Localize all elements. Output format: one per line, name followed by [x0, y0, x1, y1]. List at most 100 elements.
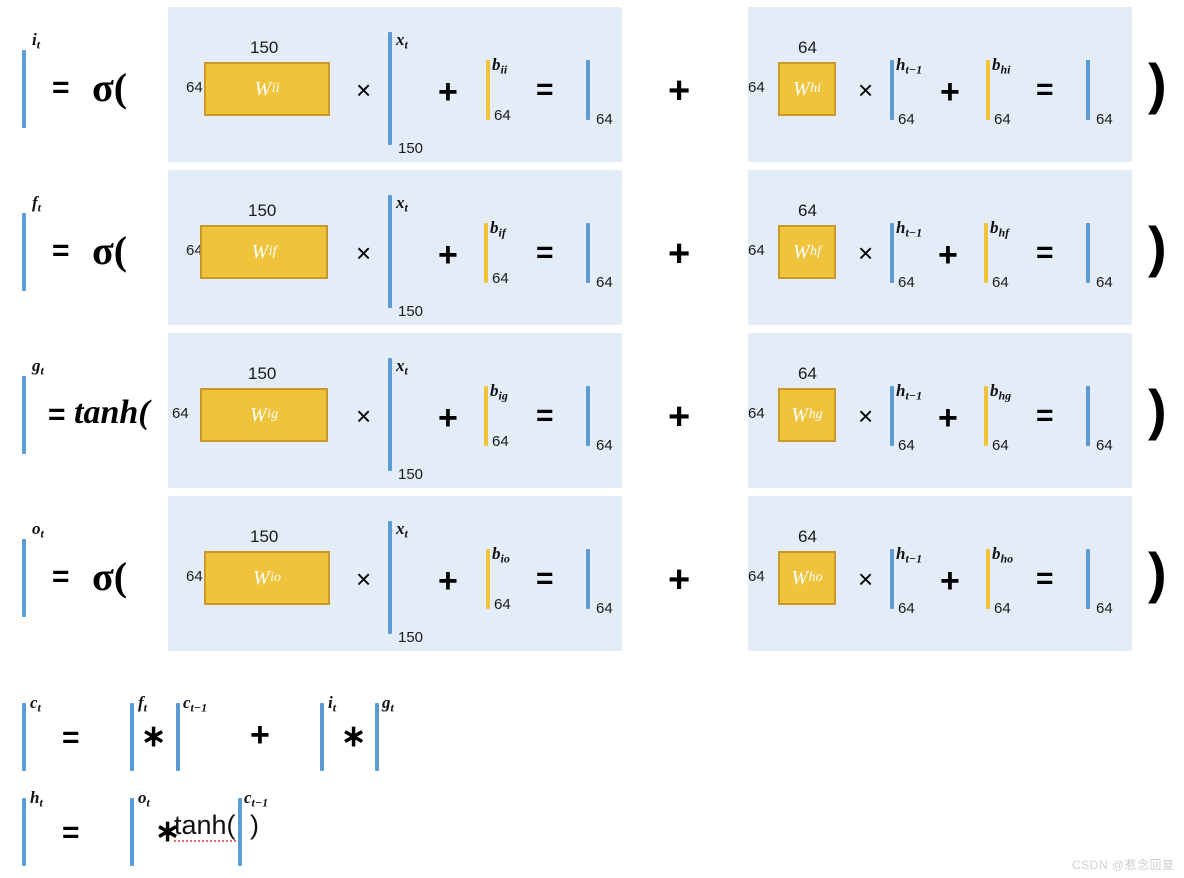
plus-sign-left-1: + [438, 236, 458, 274]
weight-hidden-cols-dim-3: 64 [798, 527, 817, 546]
cell-state-term1-bar [130, 703, 134, 771]
cell-state-plus: + [250, 716, 270, 754]
weight-input-rows-dim-3: 64 [186, 568, 203, 585]
equals-sign-left-1: = [536, 236, 554, 269]
result-vector-dim-right-0: 64 [1096, 111, 1113, 128]
output-vector-label-3: ot [32, 519, 44, 541]
activation-label-3: σ( [92, 554, 128, 599]
weight-hidden-rows-dim-3: 64 [748, 568, 765, 585]
multiply-sign-left-3: × [356, 564, 372, 594]
result-vector-bar-right-1 [1086, 223, 1090, 283]
multiply-sign-right-3: × [858, 564, 874, 594]
result-vector-bar-left-0 [586, 60, 590, 120]
bias-hidden-dim-2: 64 [992, 437, 1009, 454]
weight-hidden-box-1: Whf [778, 225, 836, 279]
plus-sign-right-0: + [940, 73, 960, 111]
bias-input-label-3: bio [492, 544, 510, 566]
hidden-vector-dim-1: 64 [898, 274, 915, 291]
weight-hidden-rows-dim-1: 64 [748, 242, 765, 259]
cell-state-term2-bar [176, 703, 180, 771]
weight-hidden-cols-dim-2: 64 [798, 364, 817, 383]
bias-input-bar-0 [486, 60, 490, 120]
cell-state-term2-label: ct−1 [183, 693, 208, 715]
hidden-vector-bar-2 [890, 386, 894, 446]
equals-sign-left-3: = [536, 562, 554, 595]
output-vector-label-1: ft [32, 193, 42, 215]
hidden-state-close-paren: ) [250, 810, 259, 840]
hidden-state-term1-label: ot [138, 788, 150, 810]
output-vector-bar-2 [22, 376, 26, 454]
equals-sign-left-0: = [536, 73, 554, 106]
bias-hidden-label-0: bhi [992, 55, 1011, 77]
hidden-vector-dim-3: 64 [898, 600, 915, 617]
weight-hidden-cols-dim-0: 64 [798, 38, 817, 57]
hidden-state-term2-bar [238, 798, 242, 866]
weight-input-rows-dim-2: 64 [172, 405, 189, 422]
plus-sign-left-2: + [438, 399, 458, 437]
equals-sign-right-2: = [1036, 399, 1054, 432]
cell-state-star-2: ∗ [341, 720, 367, 753]
weight-hidden-box-2: Whg [778, 388, 836, 442]
plus-sign-right-3: + [940, 562, 960, 600]
result-vector-bar-left-1 [586, 223, 590, 283]
activation-label-2: tanh( [74, 394, 150, 431]
weight-input-rows-dim-0: 64 [186, 79, 203, 96]
row-combine-plus-1: + [668, 233, 691, 275]
hidden-vector-dim-0: 64 [898, 111, 915, 128]
bias-hidden-label-2: bhg [990, 381, 1012, 403]
weight-input-cols-dim-1: 150 [248, 201, 277, 220]
bias-input-label-0: bii [492, 55, 508, 77]
bias-input-bar-1 [484, 223, 488, 283]
hidden-state-tanh-open: tanh( [174, 810, 236, 842]
weight-input-box-2: Wig [200, 388, 328, 442]
weight-input-cols-dim-2: 150 [248, 364, 277, 383]
plus-sign-left-0: + [438, 73, 458, 111]
bias-input-dim-2: 64 [492, 433, 509, 450]
weight-input-box-0: Wii [204, 62, 330, 116]
row-equals-0: = [52, 71, 70, 104]
activation-label-0: σ( [92, 65, 128, 110]
bias-input-bar-3 [486, 549, 490, 609]
result-vector-dim-left-3: 64 [596, 600, 613, 617]
weight-input-box-1: Wif [200, 225, 328, 279]
hidden-state-output-bar [22, 798, 26, 866]
bias-hidden-bar-1 [984, 223, 988, 283]
close-paren-0: ) [1148, 52, 1167, 115]
multiply-sign-right-2: × [858, 401, 874, 431]
row-equals-2: = [48, 398, 66, 431]
close-paren-1: ) [1148, 215, 1167, 278]
cell-state-term4-label: gt [382, 693, 394, 715]
output-vector-bar-3 [22, 539, 26, 617]
result-vector-dim-left-1: 64 [596, 274, 613, 291]
weight-input-cols-dim-3: 150 [250, 527, 279, 546]
close-paren-2: ) [1148, 378, 1167, 441]
cell-state-equals: = [62, 721, 80, 754]
cell-state-term4-bar [375, 703, 379, 771]
input-vector-label-0: xt [396, 30, 408, 52]
weight-hidden-cols-dim-1: 64 [798, 201, 817, 220]
output-vector-label-0: it [32, 30, 41, 52]
bias-input-label-2: big [490, 381, 508, 403]
equals-sign-right-1: = [1036, 236, 1054, 269]
input-vector-label-3: xt [396, 519, 408, 541]
input-vector-dim-2: 150 [398, 466, 424, 483]
plus-sign-left-3: + [438, 562, 458, 600]
cell-state-term3-bar [320, 703, 324, 771]
bias-hidden-label-1: bhf [990, 218, 1010, 240]
bias-hidden-dim-3: 64 [994, 600, 1011, 617]
result-vector-dim-right-3: 64 [1096, 600, 1113, 617]
bias-hidden-bar-0 [986, 60, 990, 120]
hidden-vector-bar-1 [890, 223, 894, 283]
output-vector-bar-0 [22, 50, 26, 128]
equals-sign-left-2: = [536, 399, 554, 432]
input-vector-label-1: xt [396, 193, 408, 215]
input-vector-label-2: xt [396, 356, 408, 378]
input-vector-dim-1: 150 [398, 303, 424, 320]
bias-hidden-label-3: bho [992, 544, 1014, 566]
bias-input-dim-3: 64 [494, 596, 511, 613]
row-combine-plus-0: + [668, 70, 691, 112]
cell-state-output-label: ct [30, 693, 41, 715]
cell-state-star-1: ∗ [141, 720, 167, 753]
cell-state-term1-label: ft [138, 693, 148, 715]
hidden-vector-bar-3 [890, 549, 894, 609]
